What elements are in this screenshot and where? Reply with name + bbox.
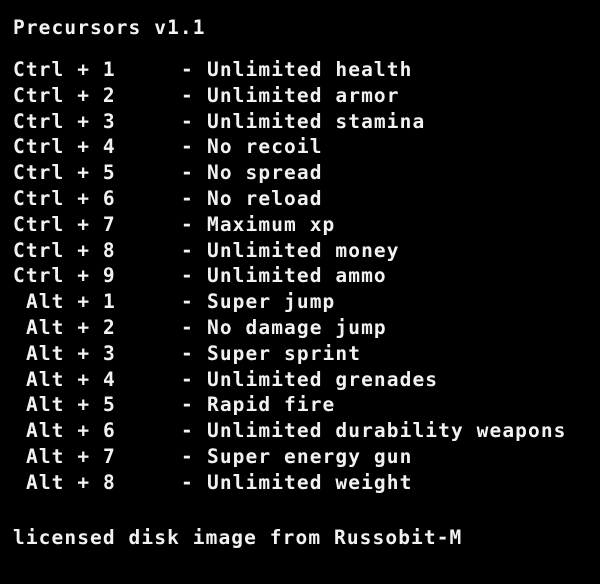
hotkey-separator: - (181, 212, 194, 236)
trainer-screen: Precursors v1.1 Ctrl + 1- Unlimited healt… (0, 0, 600, 584)
hotkey-action: Super energy gun (207, 444, 413, 468)
hotkey-combo: Alt + 2 (26, 315, 116, 339)
hotkey-combo: Alt + 8 (26, 470, 116, 494)
hotkey-action: Unlimited durability weapons (207, 419, 567, 443)
hotkey-combo: Alt + 6 (26, 419, 116, 443)
hotkey-action: Maximum xp (207, 212, 336, 236)
hotkey-separator: - (181, 290, 194, 314)
hotkey-separator: - (181, 315, 194, 339)
hotkey-separator: - (181, 393, 194, 417)
hotkey-action: Rapid fire (207, 393, 336, 417)
hotkey-action: Unlimited stamina (207, 109, 426, 133)
hotkey-action: Unlimited weight (207, 470, 413, 494)
hotkey-combo: Alt + 4 (26, 367, 116, 391)
hotkey-action: Super sprint (207, 341, 362, 365)
hotkey-separator: - (181, 238, 194, 262)
hotkey-combo: Ctrl + 2 (13, 83, 116, 107)
hotkey-separator: - (181, 83, 194, 107)
hotkey-combo: Ctrl + 6 (13, 186, 116, 210)
hotkey-action: Unlimited armor (207, 83, 400, 107)
hotkey-action: Unlimited money (207, 238, 400, 262)
hotkey-separator: - (181, 470, 194, 494)
hotkey-separator: - (181, 109, 194, 133)
hotkey-combo: Ctrl + 1 (13, 58, 116, 81)
hotkey-separator: - (181, 264, 194, 288)
hotkey-action: No reload (207, 186, 323, 210)
hotkey-separator: - (181, 161, 194, 185)
hotkey-combo: Alt + 3 (26, 341, 116, 365)
hotkey-action: No recoil (207, 135, 323, 159)
hotkey-combo: Alt + 5 (26, 393, 116, 417)
hotkey-separator: - (181, 444, 194, 468)
hotkey-combo: Ctrl + 3 (13, 109, 116, 133)
hotkey-separator: - (181, 186, 194, 210)
hotkey-combo: Ctrl + 8 (13, 238, 116, 262)
hotkey-separator: - (181, 58, 194, 81)
hotkey-combo: Ctrl + 5 (13, 161, 116, 185)
hotkey-combo: Ctrl + 7 (13, 212, 116, 236)
hotkey-action: Unlimited grenades (207, 367, 439, 391)
trainer-title: Precursors v1.1 (13, 16, 206, 39)
hotkey-action: No damage jump (207, 315, 387, 339)
hotkey-combo: Ctrl + 4 (13, 135, 116, 159)
hotkey-combo: Ctrl + 9 (13, 264, 116, 288)
hotkey-separator: - (181, 341, 194, 365)
hotkey-action: Unlimited ammo (207, 264, 387, 288)
hotkey-separator: - (181, 135, 194, 159)
license-footer: licensed disk image from Russobit-M (13, 526, 463, 549)
hotkey-action: Super jump (207, 290, 336, 314)
hotkey-action: No spread (207, 161, 323, 185)
hotkey-separator: - (181, 367, 194, 391)
hotkey-combo: Alt + 7 (26, 444, 116, 468)
hotkey-action: Unlimited health (207, 58, 413, 81)
hotkey-combo: Alt + 1 (26, 290, 116, 314)
hotkey-separator: - (181, 419, 194, 443)
